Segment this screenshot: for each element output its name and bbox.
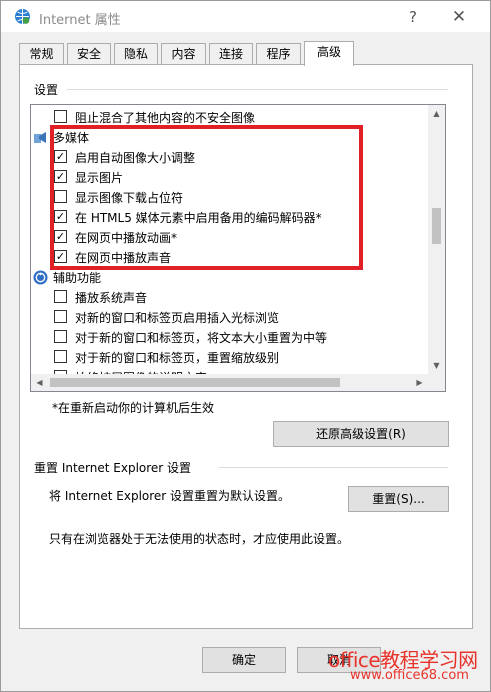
scroll-left-arrow-icon[interactable]: ◀	[31, 374, 48, 391]
tree-row-label: 对新的窗口和标签页启用插入光标浏览	[75, 311, 280, 325]
checkbox[interactable]	[54, 350, 67, 363]
reset-button[interactable]: 重置(S)...	[348, 486, 449, 512]
checkbox[interactable]	[54, 310, 67, 323]
settings-group-divider	[67, 89, 448, 90]
accessibility-icon	[33, 270, 48, 285]
multimedia-highlight-box	[50, 125, 363, 270]
tree-row[interactable]: 对于新的窗口和标签页，将文本大小重置为中等	[31, 327, 411, 347]
scroll-up-arrow-icon[interactable]: ▲	[428, 105, 445, 122]
multimedia-icon	[34, 132, 46, 143]
scroll-right-arrow-icon[interactable]: ▶	[411, 374, 428, 391]
horizontal-scrollbar[interactable]: ◀ ▶	[31, 374, 428, 391]
tab-privacy[interactable]: 隐私	[114, 43, 158, 65]
reset-group-divider	[219, 467, 448, 468]
vertical-scrollbar[interactable]: ▲ ▼	[428, 105, 445, 374]
tree-row[interactable]: 播放系统声音	[31, 287, 411, 307]
watermark-url-text: www.office68.com	[350, 668, 469, 683]
close-button[interactable]: ✕	[447, 6, 471, 28]
reset-group-label: 重置 Internet Explorer 设置	[34, 461, 192, 475]
restore-advanced-settings-button[interactable]: 还原高级设置(R)	[273, 421, 449, 447]
internet-properties-dialog: Internet 属性 ? ✕ 常规 安全 隐私 内容 连接 程序 高级 设置 …	[0, 0, 491, 692]
tab-advanced[interactable]: 高级	[304, 41, 354, 66]
settings-group-label: 设置	[34, 83, 59, 97]
tab-connections[interactable]: 连接	[209, 43, 253, 65]
tab-security[interactable]: 安全	[67, 43, 111, 65]
scroll-down-arrow-icon[interactable]: ▼	[428, 357, 445, 374]
tree-category-accessibility[interactable]: 辅助功能	[31, 267, 411, 287]
reset-note: 只有在浏览器处于无法使用的状态时，才应使用此设置。	[49, 532, 350, 546]
ok-button[interactable]: 确定	[202, 647, 286, 673]
tree-row[interactable]: 对新的窗口和标签页启用插入光标浏览	[31, 307, 411, 327]
tree-row[interactable]: 对于新的窗口和标签页，重置缩放级别	[31, 347, 411, 367]
tree-row[interactable]: 阻止混合了其他内容的不安全图像	[31, 107, 411, 127]
vertical-scroll-thumb[interactable]	[432, 208, 441, 244]
checkbox[interactable]	[54, 330, 67, 343]
scrollbar-corner	[428, 374, 445, 391]
tree-row-label: 对于新的窗口和标签页，重置缩放级别	[75, 351, 280, 365]
tree-row-label: 阻止混合了其他内容的不安全图像	[75, 111, 256, 125]
internet-explorer-icon	[15, 9, 30, 24]
tree-row-label: 对于新的窗口和标签页，将文本大小重置为中等	[75, 331, 328, 345]
reset-description: 将 Internet Explorer 设置重置为默认设置。	[49, 489, 291, 503]
title-bar: Internet 属性 ? ✕	[1, 1, 490, 32]
checkbox[interactable]	[54, 290, 67, 303]
help-button[interactable]: ?	[401, 6, 425, 28]
tree-row-label: 播放系统声音	[75, 291, 148, 305]
horizontal-scroll-thumb[interactable]	[50, 378, 340, 387]
tree-category-label: 辅助功能	[53, 271, 102, 285]
restart-footnote: *在重新启动你的计算机后生效	[52, 401, 215, 415]
tab-general[interactable]: 常规	[19, 43, 64, 65]
window-title: Internet 属性	[39, 13, 121, 28]
watermark-logo: office教程学习网 www.office68.com	[328, 644, 488, 688]
tab-programs[interactable]: 程序	[256, 43, 301, 65]
checkbox[interactable]	[54, 110, 67, 123]
tab-content[interactable]: 内容	[161, 43, 206, 65]
